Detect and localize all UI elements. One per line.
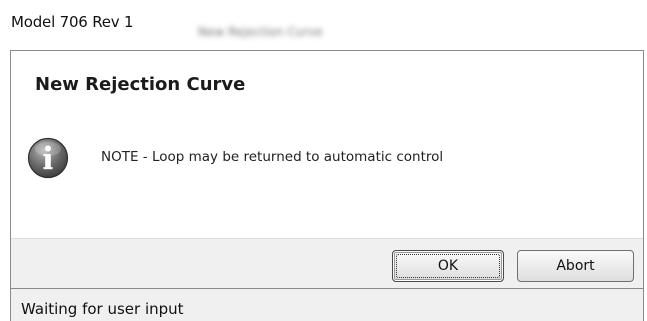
blurred-window-title: New Rejection Curve — [198, 25, 323, 39]
status-text: Waiting for user input — [21, 300, 184, 318]
app-title: Model 706 Rev 1 — [11, 13, 134, 31]
dialog-title: New Rejection Curve — [35, 74, 246, 95]
ok-button-label: OK — [437, 258, 459, 274]
dialog-button-bar: OK Abort — [11, 238, 643, 288]
dialog-message: NOTE - Loop may be returned to automatic… — [101, 149, 444, 165]
info-icon — [27, 137, 69, 179]
dialog: New Rejection Curve NOTE - Loop may be r… — [10, 50, 644, 288]
status-bar: Waiting for user input — [10, 288, 644, 321]
abort-button[interactable]: Abort — [517, 250, 634, 282]
dialog-content: New Rejection Curve NOTE - Loop may be r… — [11, 51, 643, 238]
abort-button-label: Abort — [556, 258, 595, 274]
ok-button[interactable]: OK — [392, 250, 504, 282]
